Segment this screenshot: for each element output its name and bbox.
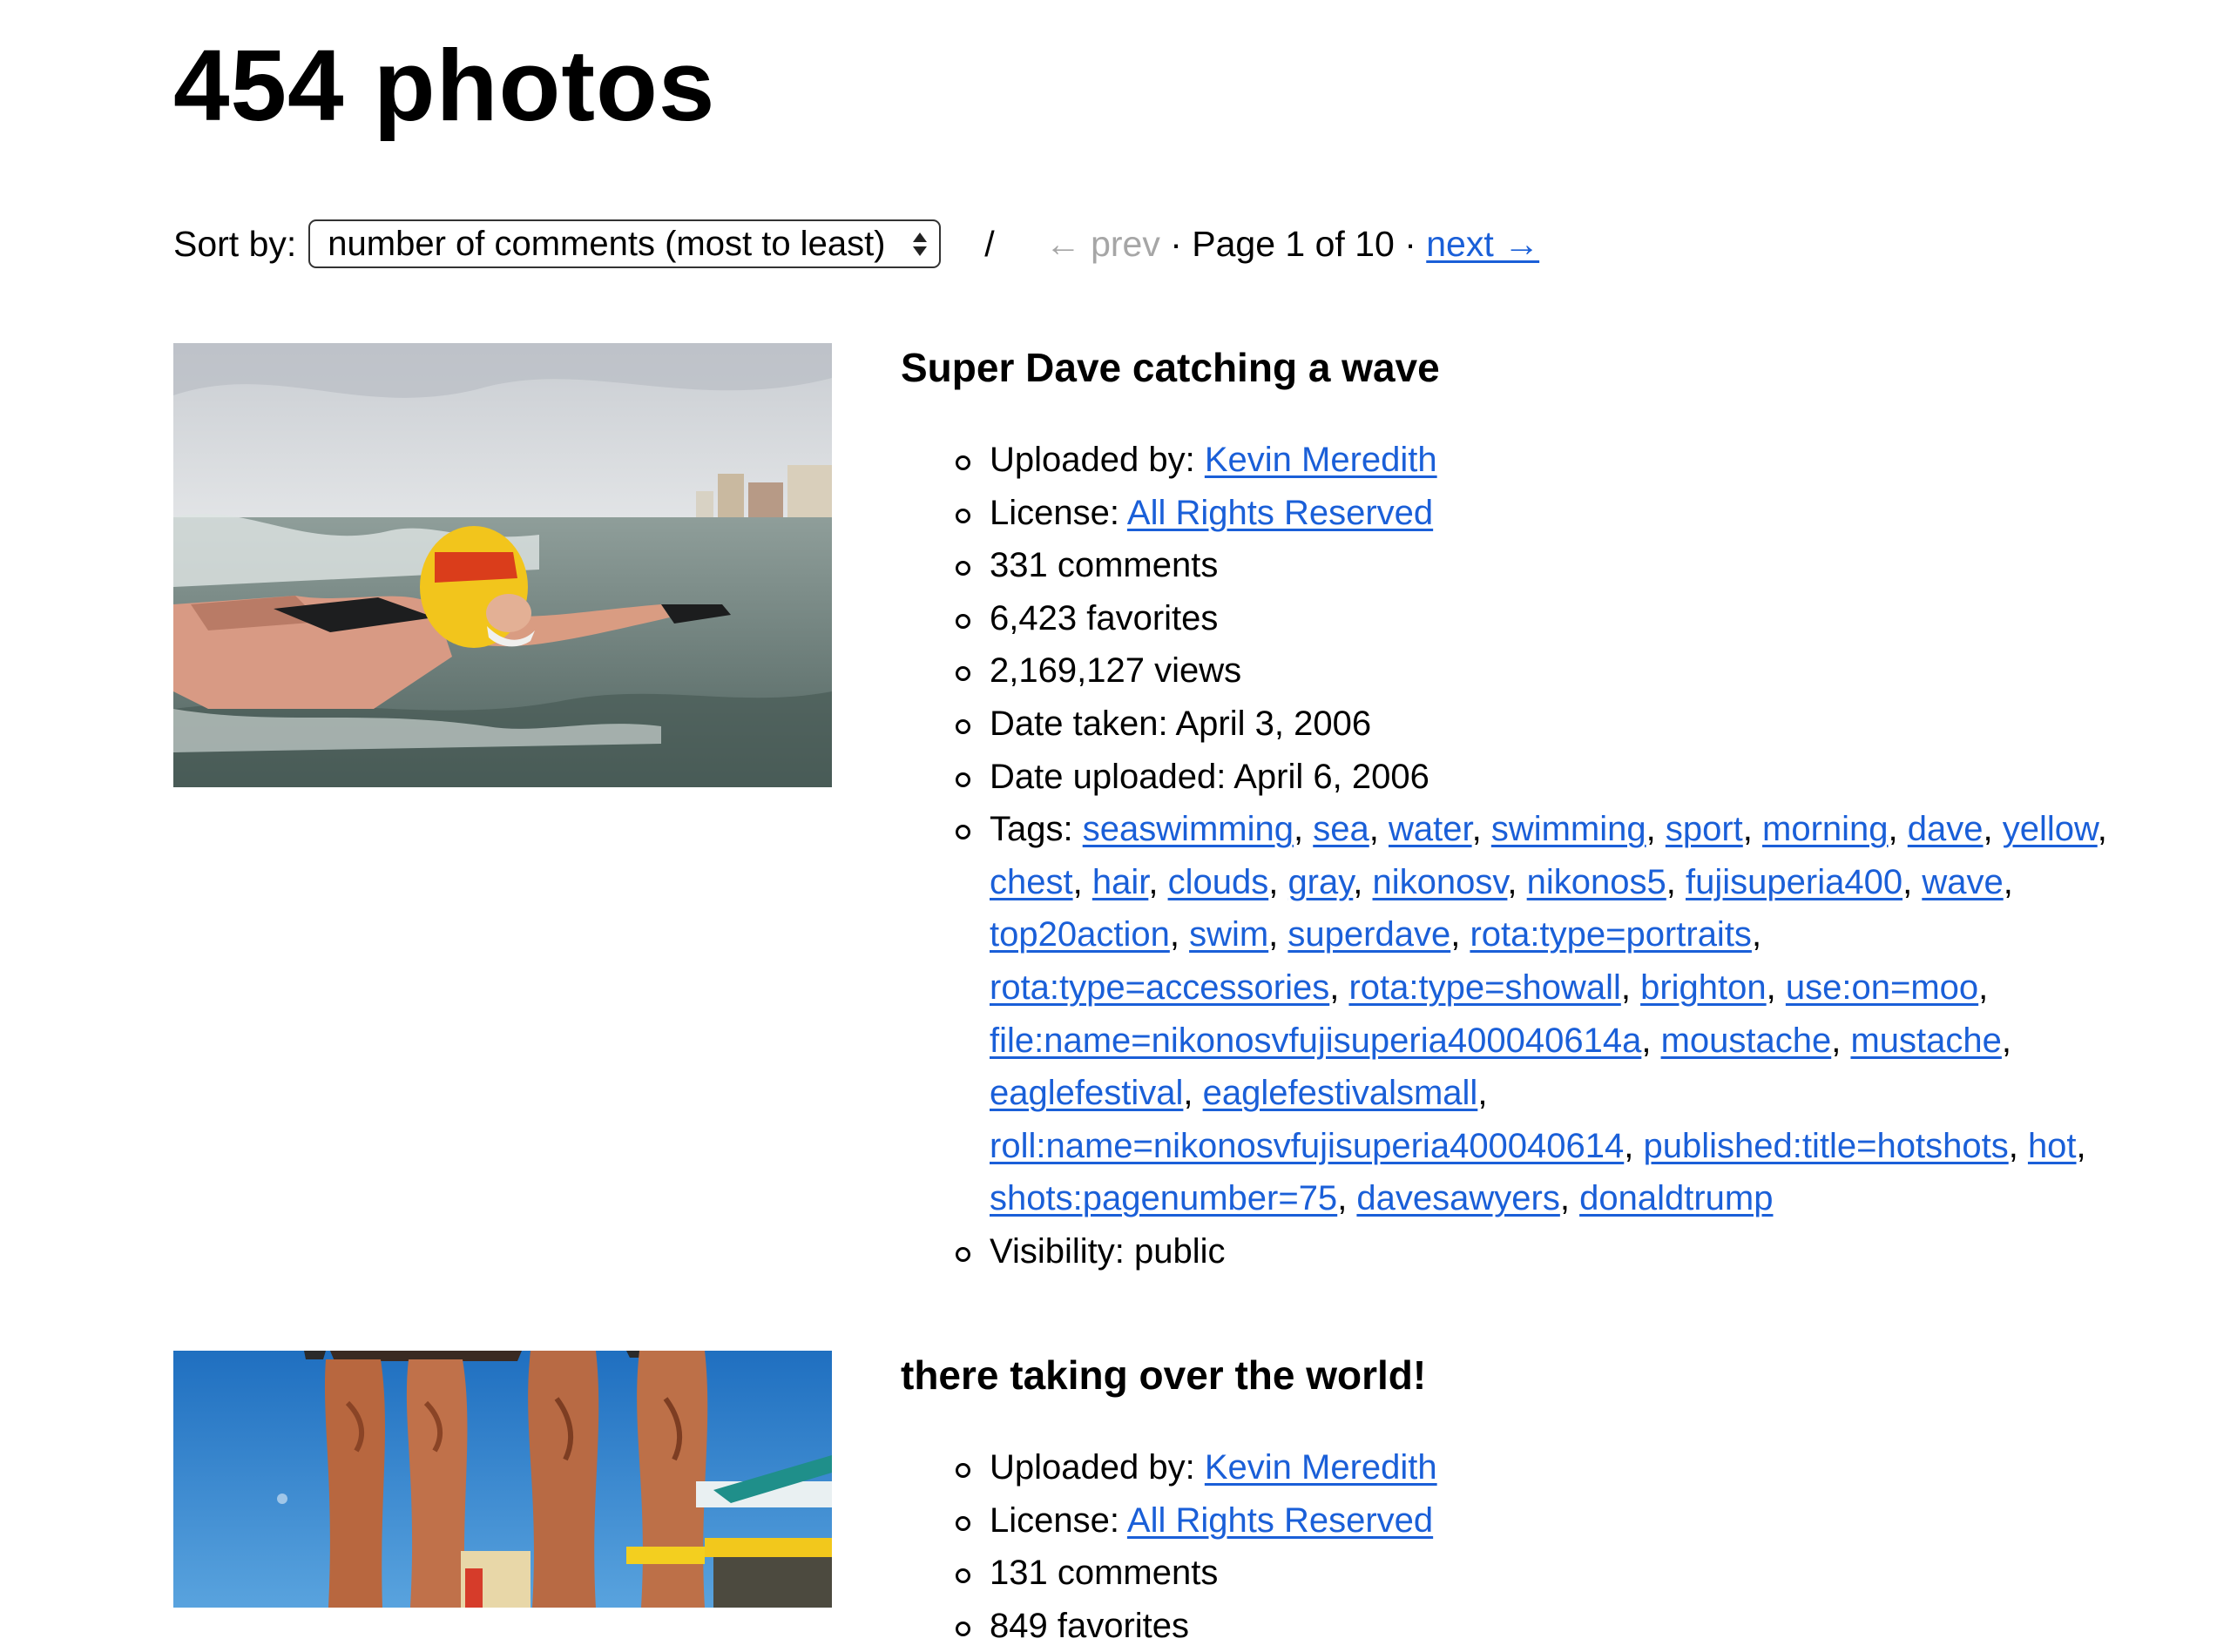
- tag-link[interactable]: davesawyers: [1356, 1179, 1559, 1217]
- uploader-link[interactable]: Kevin Meredith: [1205, 1448, 1437, 1487]
- tags-item: Tags: seaswimming, sea, water, swimming,…: [956, 803, 2120, 1225]
- separator: /: [984, 223, 995, 264]
- uploaded-by-label: Uploaded by:: [990, 441, 1205, 479]
- sort-select-value: number of comments (most to least): [328, 224, 886, 263]
- sort-select[interactable]: number of comments (most to least): [308, 219, 942, 268]
- tag-link[interactable]: donaldtrump: [1579, 1179, 1773, 1217]
- photo-info-1: Super Dave catching a wave Uploaded by: …: [901, 343, 2120, 1278]
- tag-link[interactable]: hair: [1092, 863, 1149, 901]
- uploaded-by-item: Uploaded by: Kevin Meredith: [956, 1441, 2120, 1494]
- license-label: License:: [990, 493, 1127, 532]
- photo-thumbnail-swimmer[interactable]: [173, 343, 832, 787]
- tag-link[interactable]: nikonosv: [1373, 863, 1508, 901]
- date-uploaded: Date uploaded: April 6, 2006: [956, 751, 2120, 804]
- views-count: 2,169,127 views: [956, 644, 2120, 698]
- tag-link[interactable]: mustache: [1850, 1022, 2001, 1060]
- tag-link[interactable]: sea: [1313, 810, 1369, 848]
- tag-link[interactable]: shots:pagenumber=75: [990, 1179, 1337, 1217]
- pagination-dot: ·: [1159, 223, 1193, 264]
- tag-link[interactable]: use:on=moo: [1786, 968, 1978, 1007]
- tag-link[interactable]: rota:type=accessories: [990, 968, 1329, 1007]
- license-item: License: All Rights Reserved: [956, 487, 2120, 540]
- sort-and-pagination-bar: Sort by: number of comments (most to lea…: [173, 219, 1539, 268]
- next-page-link[interactable]: next →: [1426, 224, 1539, 265]
- uploaded-by-item: Uploaded by: Kevin Meredith: [956, 434, 2120, 487]
- tag-link[interactable]: swim: [1189, 915, 1268, 954]
- tag-link[interactable]: superdave: [1287, 915, 1450, 954]
- photo-title: there taking over the world!: [901, 1352, 1427, 1398]
- page-indicator: Page 1 of 10: [1192, 223, 1395, 264]
- photo-thumbnail-legs[interactable]: [173, 1351, 832, 1608]
- tag-link[interactable]: eaglefestivalsmall: [1203, 1074, 1478, 1112]
- tag-link[interactable]: rota:type=showall: [1348, 968, 1620, 1007]
- date-taken: Date taken: April 3, 2006: [956, 698, 2120, 751]
- photo-title: Super Dave catching a wave: [901, 345, 1440, 390]
- license-item: License: All Rights Reserved: [956, 1494, 2120, 1547]
- tag-link[interactable]: yellow: [2003, 810, 2098, 848]
- tag-link[interactable]: fujisuperia400: [1686, 863, 1902, 901]
- uploader-link[interactable]: Kevin Meredith: [1205, 441, 1437, 479]
- sort-label: Sort by:: [173, 223, 297, 264]
- tag-link[interactable]: file:name=nikonosvfujisuperia400040614a: [990, 1022, 1641, 1060]
- tag-link[interactable]: seaswimming: [1083, 810, 1294, 848]
- tag-link[interactable]: nikonos5: [1527, 863, 1666, 901]
- tag-link[interactable]: chest: [990, 863, 1073, 901]
- pagination-dot: ·: [1394, 223, 1427, 264]
- tag-link[interactable]: hot: [2028, 1127, 2077, 1165]
- tags-label: Tags:: [990, 810, 1083, 849]
- tag-link[interactable]: published:title=hotshots: [1644, 1127, 2009, 1165]
- tag-link[interactable]: clouds: [1168, 863, 1269, 901]
- tag-link[interactable]: morning: [1762, 810, 1889, 848]
- tag-link[interactable]: swimming: [1491, 810, 1646, 848]
- tag-link[interactable]: wave: [1922, 863, 2003, 901]
- tag-link[interactable]: moustache: [1661, 1022, 1832, 1060]
- license-label: License:: [990, 1500, 1127, 1540]
- photo-info-2: there taking over the world! Uploaded by…: [901, 1351, 2120, 1652]
- legs-image: [173, 1351, 832, 1608]
- license-link[interactable]: All Rights Reserved: [1127, 494, 1433, 532]
- tags-list: seaswimming, sea, water, swimming, sport…: [990, 810, 2107, 1218]
- photo-details-list: Uploaded by: Kevin Meredith License: All…: [901, 1441, 2120, 1652]
- tag-link[interactable]: dave: [1908, 810, 1984, 848]
- visibility-item: Visibility: public: [956, 1225, 2120, 1278]
- tag-link[interactable]: gray: [1287, 863, 1353, 901]
- comments-count: 331 comments: [956, 539, 2120, 592]
- prev-link-disabled: ← prev: [1044, 223, 1160, 264]
- photo-details-list: Uploaded by: Kevin Meredith License: All…: [901, 434, 2120, 1278]
- tag-link[interactable]: rota:type=portraits: [1470, 915, 1752, 954]
- page-title: 454 photos: [173, 29, 716, 142]
- tag-link[interactable]: roll:name=nikonosvfujisuperia400040614: [990, 1127, 1624, 1165]
- favorites-count: 6,423 favorites: [956, 592, 2120, 645]
- tag-link[interactable]: eaglefestival: [990, 1074, 1183, 1112]
- swimmer-image: [173, 343, 832, 787]
- page: 454 photos Sort by: number of comments (…: [0, 0, 2237, 1645]
- comments-count: 131 comments: [956, 1547, 2120, 1600]
- select-arrows-icon: [913, 232, 928, 256]
- tag-link[interactable]: sport: [1666, 810, 1743, 848]
- tag-link[interactable]: top20action: [990, 915, 1170, 954]
- uploaded-by-label: Uploaded by:: [990, 1448, 1205, 1487]
- tag-link[interactable]: brighton: [1640, 968, 1767, 1007]
- tag-link[interactable]: water: [1389, 810, 1472, 848]
- license-link[interactable]: All Rights Reserved: [1127, 1501, 1433, 1540]
